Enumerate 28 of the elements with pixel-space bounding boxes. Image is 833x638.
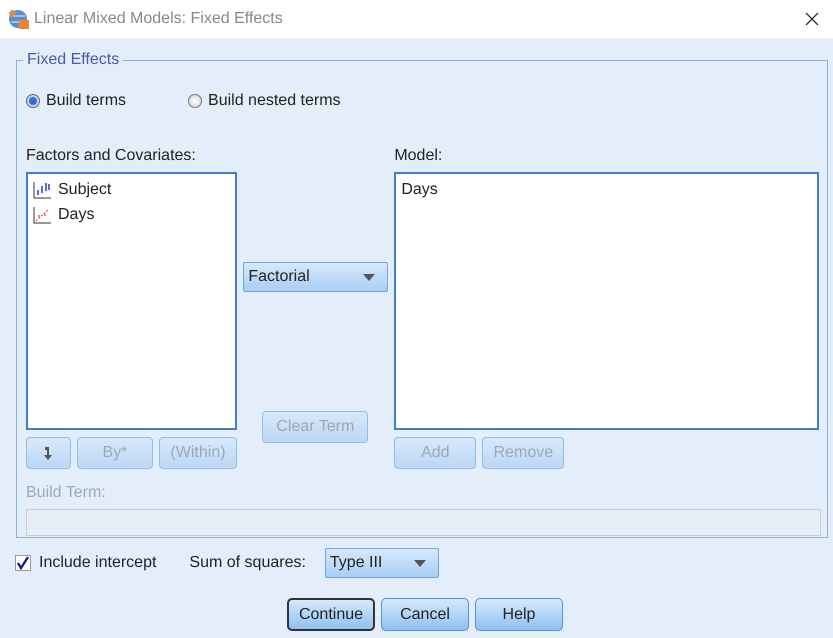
variable-list[interactable]: Subject Days bbox=[26, 172, 238, 430]
window-title: Linear Mixed Models: Fixed Effects bbox=[34, 10, 284, 28]
nominal-variable-icon bbox=[32, 180, 52, 198]
radio-button[interactable] bbox=[188, 94, 202, 108]
dialog-button[interactable]: Help bbox=[475, 598, 563, 631]
dialog-button[interactable]: Continue bbox=[287, 598, 375, 631]
caret-icon bbox=[414, 560, 426, 566]
term-type-dropdown[interactable]: Factorial bbox=[243, 262, 388, 292]
dropdown-label: Sum of squares: bbox=[189, 554, 306, 572]
variable-item[interactable]: Days bbox=[58, 206, 94, 224]
caret-icon bbox=[363, 274, 376, 280]
app-icon bbox=[8, 8, 30, 30]
radio-button[interactable] bbox=[26, 94, 40, 108]
radio-label[interactable]: Build terms bbox=[46, 92, 126, 110]
close-icon[interactable] bbox=[805, 12, 819, 26]
checkbox-label[interactable]: Include intercept bbox=[39, 554, 156, 572]
field-label: Build Term: bbox=[26, 484, 107, 502]
move-down-button[interactable] bbox=[26, 437, 71, 469]
model-term[interactable]: Days bbox=[400, 177, 813, 202]
checkbox[interactable] bbox=[15, 555, 31, 571]
variable-item[interactable]: Subject bbox=[58, 180, 112, 198]
sum-of-squares-dropdown[interactable]: Type III bbox=[324, 548, 439, 578]
dialog-button[interactable]: Cancel bbox=[381, 598, 469, 631]
model-list[interactable]: Days bbox=[394, 172, 819, 430]
list-label: Factors and Covariates: bbox=[26, 147, 197, 165]
scale-variable-icon bbox=[32, 206, 52, 224]
radio-label[interactable]: Build nested terms bbox=[208, 92, 341, 110]
list-label: Model: bbox=[394, 147, 444, 165]
